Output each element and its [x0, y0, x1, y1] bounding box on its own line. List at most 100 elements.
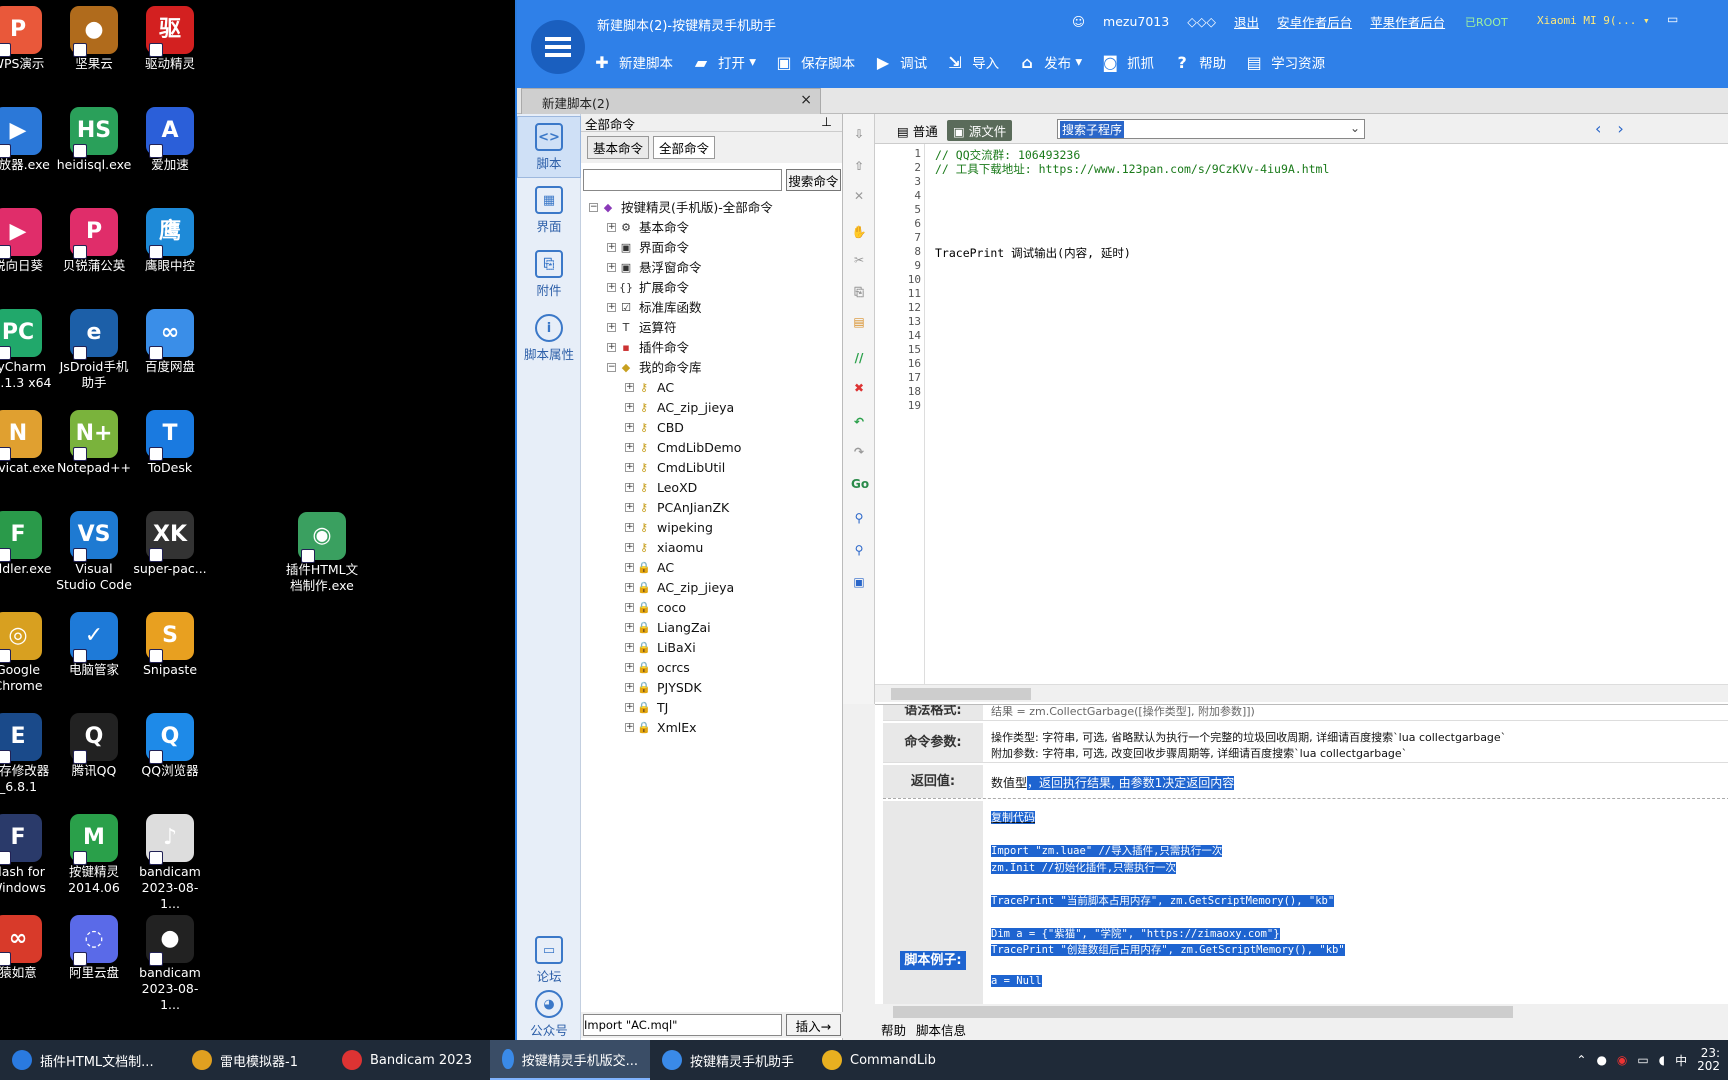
taskbar-item[interactable]: Bandicam 2023: [330, 1040, 490, 1080]
expand-icon[interactable]: +: [607, 343, 616, 352]
pin-icon[interactable]: ⊥: [821, 114, 832, 129]
tab-source-view[interactable]: ▣ 源文件: [947, 120, 1013, 141]
tree-library[interactable]: + ⚷ wipeking: [581, 518, 843, 538]
desktop-icon[interactable]: P 贝锐蒲公英: [56, 208, 132, 274]
desktop-icon[interactable]: ◎Google Chrome: [0, 612, 56, 694]
desktop-icon[interactable]: M 按键精灵2014.06: [56, 814, 132, 896]
tree-locked-library[interactable]: + 🔒 ocrcs: [581, 658, 843, 678]
paste-icon[interactable]: ▤: [851, 314, 867, 330]
undo-icon[interactable]: ↶: [851, 414, 867, 430]
tab-help[interactable]: 帮助: [881, 1020, 906, 1040]
ios-author-link[interactable]: 苹果作者后台: [1370, 12, 1445, 31]
tree-locked-library[interactable]: + 🔒 PJYSDK: [581, 678, 843, 698]
expand-icon[interactable]: +: [625, 603, 634, 612]
tree-library[interactable]: + ⚷ xiaomu: [581, 538, 843, 558]
desktop-icon[interactable]: XK super-pac...: [132, 511, 208, 577]
taskbar-item[interactable]: 插件HTML文档制...: [0, 1040, 180, 1080]
tree-library[interactable]: + ⚷ LeoXD: [581, 478, 843, 498]
tree-group[interactable]: + ▪ 插件命令: [581, 338, 843, 358]
tree-library[interactable]: + ⚷ CmdLibUtil: [581, 458, 843, 478]
desktop-icon[interactable]: NNavicat.exe: [0, 410, 56, 476]
desktop-icon[interactable]: A 爱加速: [132, 107, 208, 173]
expand-icon[interactable]: +: [625, 723, 634, 732]
tree-group[interactable]: + ▣ 界面命令: [581, 238, 843, 258]
desktop-icon[interactable]: ◉ 插件HTML文档制作.exe: [284, 512, 360, 594]
insert-button[interactable]: 插入→: [785, 1014, 841, 1036]
desktop-icon[interactable]: HS heidisql.exe: [56, 107, 132, 173]
expand-icon[interactable]: +: [625, 423, 634, 432]
desktop-icon[interactable]: Q QQ浏览器: [132, 713, 208, 779]
expand-icon[interactable]: +: [607, 243, 616, 252]
forward-arrow-icon[interactable]: ›: [1617, 119, 1639, 138]
logout-link[interactable]: 退出: [1234, 12, 1259, 31]
desktop-icon[interactable]: FFiddler.exe: [0, 511, 56, 577]
hand-icon[interactable]: ✋: [851, 224, 867, 240]
save-script-button[interactable]: ▣ 保存脚本: [774, 52, 856, 73]
volume-icon[interactable]: ◖: [1659, 1053, 1665, 1067]
tree-root[interactable]: − ◆ 按键精灵(手机版)-全部命令: [581, 198, 843, 218]
desktop-icon[interactable]: 鹰鹰眼中控: [132, 208, 208, 274]
menu-logo-icon[interactable]: [531, 20, 585, 74]
desktop-icon[interactable]: ✓ 电脑管家: [56, 612, 132, 678]
move-up-icon[interactable]: ⇧: [851, 158, 867, 174]
desktop-icon[interactable]: FFlash for Windows: [0, 814, 56, 896]
move-down-icon[interactable]: ⇩: [851, 126, 867, 142]
search-command-button[interactable]: 搜索命令: [785, 169, 841, 191]
microphone-icon[interactable]: ●: [1596, 1053, 1606, 1067]
network-icon[interactable]: ▭: [1637, 1053, 1648, 1067]
tree-locked-library[interactable]: + 🔒 AC: [581, 558, 843, 578]
cut-icon[interactable]: ✂: [851, 252, 867, 268]
desktop-icon[interactable]: S Snipaste: [132, 612, 208, 678]
comment-icon[interactable]: //: [851, 350, 867, 366]
close-icon[interactable]: ×: [800, 92, 812, 108]
tab-normal-view[interactable]: ▤ 普通: [891, 120, 944, 141]
tree-library[interactable]: + ⚷ PCAnJianZK: [581, 498, 843, 518]
expand-icon[interactable]: +: [607, 303, 616, 312]
expand-icon[interactable]: +: [625, 543, 634, 552]
expand-icon[interactable]: +: [625, 703, 634, 712]
desktop-icon[interactable]: E内存修改器_6.8.1: [0, 713, 56, 795]
desktop-icon[interactable]: e JsDroid手机助手: [56, 309, 132, 391]
tab-script-info[interactable]: 脚本信息: [916, 1020, 966, 1040]
tab-new-script[interactable]: 新建脚本(2) ×: [521, 88, 821, 114]
learn-button[interactable]: ▤ 学习资源: [1244, 52, 1326, 73]
redo-icon[interactable]: ↷: [851, 444, 867, 460]
capture-button[interactable]: ◙ 抓抓: [1100, 52, 1154, 73]
open-button[interactable]: ▰ 打开 ▾: [691, 52, 756, 73]
tree-group[interactable]: + ⚙ 基本命令: [581, 218, 843, 238]
tree-locked-library[interactable]: + 🔒 XmlEx: [581, 718, 843, 738]
tree-library[interactable]: + ⚷ AC: [581, 378, 843, 398]
desktop-icon[interactable]: ▶锐向日葵: [0, 208, 56, 274]
expand-icon[interactable]: +: [625, 663, 634, 672]
chevron-up-icon[interactable]: ⌃: [1576, 1053, 1586, 1067]
taskbar-item[interactable]: 按键精灵手机助手: [650, 1040, 810, 1080]
nav-ui[interactable]: ▦ 界面: [517, 184, 581, 235]
insert-input[interactable]: [583, 1014, 782, 1036]
taskbar-item[interactable]: 雷电模拟器-1: [180, 1040, 330, 1080]
desktop-icon[interactable]: ◌ 阿里云盘: [56, 915, 132, 981]
expand-icon[interactable]: +: [625, 563, 634, 572]
screen-icon[interactable]: ▣: [851, 574, 867, 590]
expand-icon[interactable]: −: [607, 363, 616, 372]
nav-properties[interactable]: i 脚本属性: [517, 314, 581, 363]
tree-locked-library[interactable]: + 🔒 LiBaXi: [581, 638, 843, 658]
command-search-input[interactable]: [583, 169, 782, 191]
editor-hscrollbar[interactable]: [875, 684, 1728, 702]
tree-library[interactable]: + ⚷ CBD: [581, 418, 843, 438]
tab-basic-commands[interactable]: 基本命令: [587, 136, 650, 159]
desktop-icon[interactable]: ▶播放器.exe: [0, 107, 56, 173]
tree-group[interactable]: + ☑ 标准库函数: [581, 298, 843, 318]
desktop-icon[interactable]: ∞ 猿如意: [0, 915, 56, 981]
nav-wechat[interactable]: ◕ 公众号: [517, 990, 581, 1039]
replace-icon[interactable]: ⚲: [851, 542, 867, 558]
expand-icon[interactable]: +: [625, 623, 634, 632]
taskbar-item[interactable]: 按键精灵手机版交...: [490, 1040, 650, 1080]
subroutine-select[interactable]: 搜索子程序 ⌄: [1057, 119, 1365, 139]
expand-icon[interactable]: −: [589, 203, 598, 212]
expand-icon[interactable]: +: [625, 383, 634, 392]
desktop-icon[interactable]: ● 坚果云: [56, 6, 132, 72]
nav-attachment[interactable]: ⎘ 附件: [517, 250, 581, 299]
desktop-icon[interactable]: PCPyCharm 20.1.3 x64: [0, 309, 56, 391]
expand-icon[interactable]: +: [607, 323, 616, 332]
goto-icon[interactable]: Go: [851, 476, 869, 492]
